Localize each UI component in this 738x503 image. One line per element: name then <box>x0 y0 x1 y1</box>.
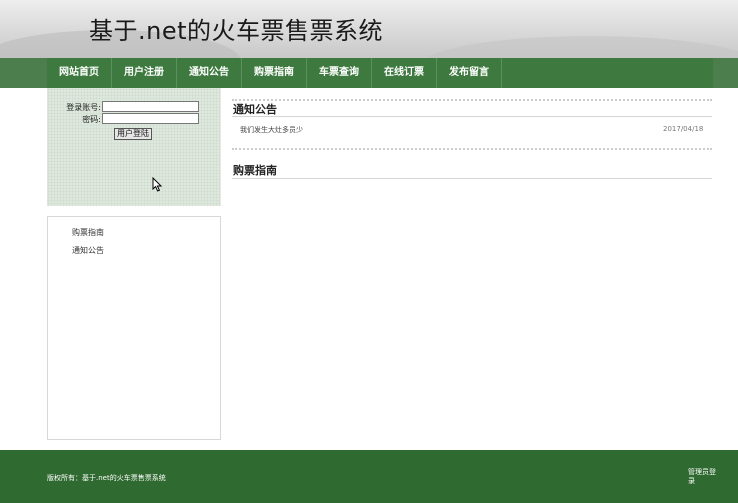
notices-section-divider <box>232 99 712 101</box>
nav-item-home[interactable]: 网站首页 <box>47 58 112 88</box>
password-input[interactable] <box>102 113 199 124</box>
nav-item-post-message[interactable]: 发布留言 <box>437 58 502 88</box>
admin-login-link[interactable]: 管理员登录 <box>688 468 718 486</box>
login-panel: 登录账号: 密码: 用户登陆 <box>47 88 221 206</box>
footer-copyright: 版权所有：基于.net的火车票售票系统 <box>47 474 166 482</box>
site-footer: 版权所有：基于.net的火车票售票系统 管理员登录 <box>0 450 738 503</box>
notices-section-title: 通知公告 <box>233 103 277 116</box>
main-nav-bar: 网站首页 用户注册 通知公告 购票指南 车票查询 在线订票 发布留言 <box>47 58 713 88</box>
guide-section-divider <box>232 148 712 150</box>
sidebar-item-ticket-guide[interactable]: 购票指南 <box>72 227 104 238</box>
notice-item-date: 2017/04/18 <box>663 125 704 133</box>
page: 基于.net的火车票售票系统 网站首页 用户注册 通知公告 购票指南 车票查询 … <box>0 0 738 503</box>
account-label: 登录账号: <box>66 103 101 112</box>
account-input[interactable] <box>102 101 199 112</box>
site-header: 基于.net的火车票售票系统 <box>0 0 738 58</box>
guide-section-title: 购票指南 <box>233 164 277 177</box>
notices-title-underline <box>232 116 712 117</box>
site-title: 基于.net的火车票售票系统 <box>89 17 384 45</box>
user-login-button[interactable]: 用户登陆 <box>114 128 152 140</box>
main-nav: 网站首页 用户注册 通知公告 购票指南 车票查询 在线订票 发布留言 <box>0 58 738 88</box>
guide-title-underline <box>232 178 712 179</box>
mouse-pointer-icon <box>152 177 163 192</box>
nav-item-ticket-search[interactable]: 车票查询 <box>307 58 372 88</box>
nav-item-ticket-guide[interactable]: 购票指南 <box>242 58 307 88</box>
nav-item-register[interactable]: 用户注册 <box>112 58 177 88</box>
sidebar-menu: 购票指南 通知公告 <box>47 216 221 440</box>
password-label: 密码: <box>82 115 101 124</box>
header-background-decoration <box>420 36 738 58</box>
notice-item-title[interactable]: 我们发生大灶多员少 <box>240 125 303 135</box>
nav-item-notices[interactable]: 通知公告 <box>177 58 242 88</box>
sidebar-item-notices[interactable]: 通知公告 <box>72 245 104 256</box>
nav-item-online-booking[interactable]: 在线订票 <box>372 58 437 88</box>
